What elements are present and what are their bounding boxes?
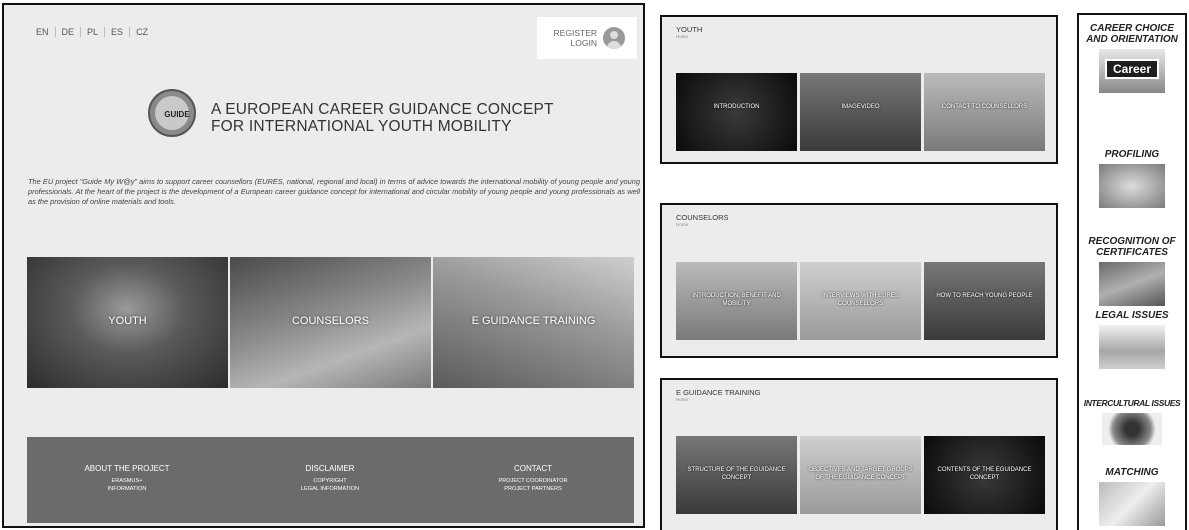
- recognition-image: [1099, 262, 1165, 306]
- youth-tiles: INTRODUCTION IMAGEVIDEO CONTACT TO COUNS…: [676, 73, 1045, 151]
- counselors-breadcrumb-home[interactable]: Home: [676, 222, 688, 227]
- youth-tile-imagevideo[interactable]: IMAGEVIDEO: [800, 73, 921, 151]
- training-tile-contents-label: CONTENTS OF THE EGUIDANCE CONCEPT: [937, 467, 1032, 481]
- sidebar-item-intercultural-label: INTERCULTURAL ISSUES: [1083, 398, 1181, 408]
- footer-contact-heading[interactable]: CONTACT: [473, 464, 593, 473]
- login-link[interactable]: LOGIN: [545, 38, 597, 48]
- training-tile-structure[interactable]: STRUCTURE OF THE EGUIDANCE CONCEPT: [676, 436, 797, 514]
- eguidance-training-panel: E GUIDANCE TRAINING Home STRUCTURE OF TH…: [660, 378, 1058, 530]
- account-box: REGISTER LOGIN: [537, 17, 637, 59]
- sidebar-item-matching[interactable]: MATCHING: [1079, 467, 1185, 526]
- training-panel-title: E GUIDANCE TRAINING: [676, 388, 761, 397]
- page-title: A EUROPEAN CAREER GUIDANCE CONCEPT FOR I…: [211, 101, 554, 135]
- footer-about-heading[interactable]: ABOUT THE PROJECT: [67, 464, 187, 473]
- sidebar-item-matching-label: MATCHING: [1105, 467, 1159, 478]
- sidebar-item-legal-issues-label: LEGAL ISSUES: [1095, 310, 1169, 321]
- tile-eguidance-training[interactable]: E GUIDANCE TRAINING: [433, 257, 634, 388]
- footer-contact: CONTACT PROJECT COORDINATOR PROJECT PART…: [473, 464, 593, 493]
- youth-panel: YOUTH Home INTRODUCTION IMAGEVIDEO CONTA…: [660, 15, 1058, 164]
- training-tiles: STRUCTURE OF THE EGUIDANCE CONCEPT OBJEC…: [676, 436, 1045, 514]
- training-tile-objectives[interactable]: OBJECTIVES AND TARGET GROUPS OF THE EGUI…: [800, 436, 921, 514]
- footer-link-project-coordinator[interactable]: PROJECT COORDINATOR: [473, 477, 593, 485]
- account-links: REGISTER LOGIN: [545, 28, 597, 48]
- lang-es[interactable]: ES: [105, 27, 131, 37]
- sidebar-item-legal-issues[interactable]: LEGAL ISSUES: [1079, 310, 1185, 369]
- intro-paragraph: The EU project "Guide My W@y" aims to su…: [28, 177, 640, 206]
- counselors-tile-introduction-label: INTRODUCTION, BENEFIT AND MOBILITY: [692, 293, 781, 307]
- page-title-line1: A EUROPEAN CAREER GUIDANCE CONCEPT: [211, 101, 554, 118]
- matching-image: [1099, 482, 1165, 526]
- tile-counselors-label: COUNSELORS: [291, 315, 370, 327]
- youth-tile-introduction-label: INTRODUCTION: [713, 104, 760, 110]
- counselors-tiles: INTRODUCTION, BENEFIT AND MOBILITY INTER…: [676, 262, 1045, 340]
- youth-tile-contact-counsellors[interactable]: CONTACT TO COUNSELLORS: [924, 73, 1045, 151]
- footer-link-erasmus[interactable]: ERASMUS+: [67, 477, 187, 485]
- youth-tile-introduction[interactable]: INTRODUCTION: [676, 73, 797, 151]
- youth-breadcrumb-home[interactable]: Home: [676, 34, 688, 39]
- training-breadcrumb-home[interactable]: Home: [676, 397, 688, 402]
- lang-de[interactable]: DE: [56, 27, 82, 37]
- lang-pl[interactable]: PL: [81, 27, 106, 37]
- counselors-tile-reach-young-people[interactable]: HOW TO REACH YOUNG PEOPLE: [924, 262, 1045, 340]
- sidebar-item-profiling-label: PROFILING: [1104, 149, 1160, 160]
- main-tiles: YOUTH COUNSELORS E GUIDANCE TRAINING: [27, 257, 634, 388]
- register-link[interactable]: REGISTER: [545, 28, 597, 38]
- footer-link-information[interactable]: INFORMATION: [67, 485, 187, 493]
- footer-link-project-partners[interactable]: PROJECT PARTNERS: [473, 485, 593, 493]
- sidebar-item-recognition-label: RECOGNITION OF CERTIFICATES: [1088, 236, 1176, 258]
- sidebar-item-career-choice[interactable]: CAREER CHOICE AND ORIENTATION Career: [1079, 23, 1185, 93]
- sidebar-item-career-choice-label: CAREER CHOICE AND ORIENTATION: [1086, 23, 1178, 45]
- sidebar-item-intercultural[interactable]: INTERCULTURAL ISSUES: [1079, 398, 1185, 445]
- career-image-text: Career: [1105, 59, 1159, 79]
- career-image: Career: [1099, 49, 1165, 93]
- counselors-tile-interviews-label: INTERVIEWS WITH EURES COUNSELLORS: [822, 293, 899, 307]
- page-title-line2: FOR INTERNATIONAL YOUTH MOBILITY: [211, 118, 512, 135]
- counselors-tile-introduction[interactable]: INTRODUCTION, BENEFIT AND MOBILITY: [676, 262, 797, 340]
- youth-tile-contact-counsellors-label: CONTACT TO COUNSELLORS: [941, 104, 1028, 110]
- logo-text: GUIDE: [164, 110, 190, 119]
- sidebar-item-recognition[interactable]: RECOGNITION OF CERTIFICATES: [1079, 236, 1185, 306]
- lang-en[interactable]: EN: [24, 27, 56, 37]
- training-tile-objectives-label: OBJECTIVES AND TARGET GROUPS OF THE EGUI…: [808, 467, 913, 481]
- intercultural-image: [1102, 413, 1162, 445]
- tile-youth[interactable]: YOUTH: [27, 257, 228, 388]
- main-page-panel: EN DE PL ES CZ REGISTER LOGIN GUIDE A EU…: [2, 3, 645, 528]
- footer-link-legal-information[interactable]: LEGAL INFORMATION: [270, 485, 390, 493]
- tile-counselors[interactable]: COUNSELORS: [230, 257, 431, 388]
- footer: ABOUT THE PROJECT ERASMUS+ INFORMATION D…: [27, 437, 634, 523]
- language-selector: EN DE PL ES CZ: [24, 27, 154, 37]
- tile-youth-label: YOUTH: [108, 315, 147, 327]
- footer-disclaimer-heading[interactable]: DISCLAIMER: [270, 464, 390, 473]
- youth-panel-title: YOUTH: [676, 25, 703, 34]
- counselors-tile-reach-young-people-label: HOW TO REACH YOUNG PEOPLE: [936, 293, 1033, 299]
- training-tile-contents[interactable]: CONTENTS OF THE EGUIDANCE CONCEPT: [924, 436, 1045, 514]
- footer-disclaimer: DISCLAIMER COPYRIGHT LEGAL INFORMATION: [270, 464, 390, 493]
- legal-issues-image: [1099, 325, 1165, 369]
- footer-link-copyright[interactable]: COPYRIGHT: [270, 477, 390, 485]
- counselors-tile-interviews[interactable]: INTERVIEWS WITH EURES COUNSELLORS: [800, 262, 921, 340]
- youth-tile-imagevideo-label: IMAGEVIDEO: [841, 104, 880, 110]
- training-tile-structure-label: STRUCTURE OF THE EGUIDANCE CONCEPT: [687, 467, 786, 481]
- profiling-image: [1099, 164, 1165, 208]
- user-avatar-icon[interactable]: [603, 27, 625, 49]
- counselors-panel: COUNSELORS Home INTRODUCTION, BENEFIT AN…: [660, 203, 1058, 358]
- topics-sidebar: CAREER CHOICE AND ORIENTATION Career PRO…: [1077, 13, 1187, 530]
- logo-emblem: GUIDE: [155, 96, 190, 130]
- sidebar-item-profiling[interactable]: PROFILING: [1079, 149, 1185, 208]
- footer-about: ABOUT THE PROJECT ERASMUS+ INFORMATION: [67, 464, 187, 493]
- counselors-panel-title: COUNSELORS: [676, 213, 729, 222]
- guide-logo[interactable]: GUIDE: [148, 89, 196, 137]
- lang-cz[interactable]: CZ: [130, 27, 154, 37]
- tile-eguidance-training-label: E GUIDANCE TRAINING: [471, 315, 596, 327]
